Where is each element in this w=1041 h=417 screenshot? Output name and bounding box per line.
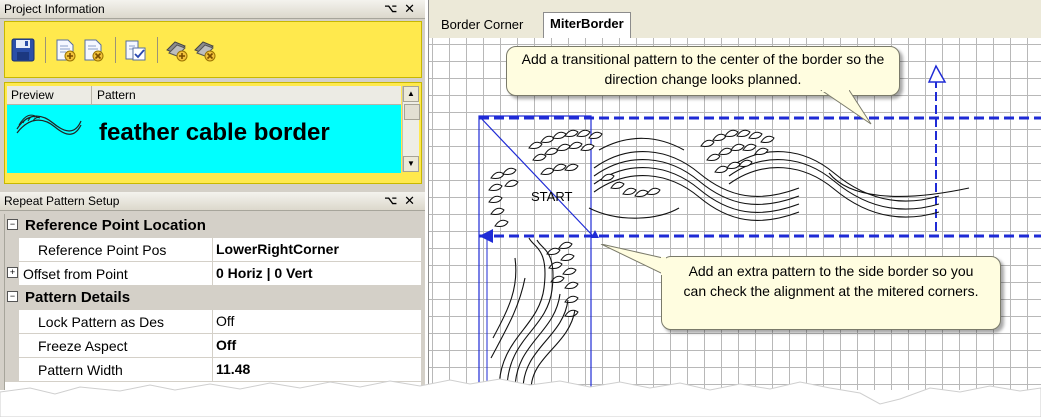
category-label: Reference Point Location <box>25 217 206 234</box>
column-header-pattern[interactable]: Pattern <box>97 88 136 102</box>
property-value[interactable]: 11.48 <box>216 361 250 377</box>
left-dock: Project Information ⌥ ✕ Preview Pattern … <box>0 0 425 390</box>
callout-transitional-pattern: Add a transitional pattern to the center… <box>506 46 900 96</box>
property-name: Pattern Width <box>38 362 123 378</box>
new-pattern-icon[interactable] <box>53 38 77 62</box>
direction-arrow <box>591 230 599 238</box>
category-pattern-details[interactable]: − Pattern Details <box>5 286 421 310</box>
column-divider <box>212 334 213 357</box>
scroll-down-icon[interactable]: ▼ <box>403 156 419 172</box>
cable-pattern-horizontal <box>588 137 970 221</box>
scroll-thumb[interactable] <box>404 104 420 120</box>
pattern-thumbnail <box>16 114 82 135</box>
collapse-icon[interactable]: − <box>7 219 18 230</box>
pin-icon[interactable]: ⌥ <box>384 192 397 210</box>
direction-arrow <box>479 229 493 243</box>
direction-arrow <box>927 64 947 83</box>
property-value[interactable]: Off <box>216 313 234 329</box>
start-label: START <box>531 189 573 204</box>
pattern-list-scrollbar[interactable]: ▲ ▼ <box>402 86 420 172</box>
row-gutter <box>5 310 19 333</box>
property-name: Reference Point Pos <box>38 242 167 258</box>
property-name: Offset from Point <box>23 266 128 282</box>
property-value[interactable]: LowerRightCorner <box>216 241 339 257</box>
pattern-name: feather cable border <box>99 119 330 146</box>
document-check-icon[interactable] <box>123 38 147 62</box>
property-row-lock-pattern[interactable]: Lock Pattern as Des Off <box>5 310 421 334</box>
feather-plumes-horizontal <box>528 129 775 197</box>
pattern-list: Preview Pattern feather cable border ▲ ▼ <box>4 82 422 184</box>
property-row-reference-point-pos[interactable]: Reference Point Pos LowerRightCorner <box>5 238 421 262</box>
property-row-offset[interactable]: + Offset from Point 0 Horiz | 0 Vert <box>5 262 421 286</box>
design-area: Border Corner MiterBorder START Add a tr… <box>428 0 1041 390</box>
repeat-setup-titlebar: Repeat Pattern Setup ⌥ ✕ <box>0 192 425 211</box>
callout-text: Add a transitional pattern to the center… <box>521 51 885 87</box>
expand-icon[interactable]: + <box>7 267 18 278</box>
column-divider <box>212 310 213 333</box>
property-row-freeze-aspect[interactable]: Freeze Aspect Off <box>5 334 421 358</box>
column-divider <box>212 238 213 261</box>
tab-bar: Border Corner MiterBorder <box>429 0 1041 38</box>
category-reference-point[interactable]: − Reference Point Location <box>5 214 421 238</box>
toolbar-separator <box>157 37 158 63</box>
delete-pattern-icon[interactable] <box>81 38 105 62</box>
property-name: Freeze Aspect <box>38 338 128 354</box>
remove-group-icon[interactable] <box>193 38 217 62</box>
category-label: Pattern Details <box>25 289 131 306</box>
close-icon[interactable]: ✕ <box>404 0 415 18</box>
pattern-list-header: Preview Pattern <box>7 86 401 105</box>
pin-icon[interactable]: ⌥ <box>384 0 397 18</box>
torn-edge <box>0 378 1041 417</box>
column-divider <box>91 86 92 104</box>
row-gutter <box>5 238 19 261</box>
add-group-icon[interactable] <box>165 38 189 62</box>
design-grid[interactable]: START Add a transitional pattern to the … <box>429 38 1041 390</box>
project-toolbar <box>4 21 422 78</box>
property-grid: − Reference Point Location Reference Poi… <box>4 214 421 390</box>
property-value[interactable]: 0 Horiz | 0 Vert <box>216 265 313 281</box>
repeat-setup-title: Repeat Pattern Setup <box>4 194 120 208</box>
project-info-titlebar: Project Information ⌥ ✕ <box>0 0 425 19</box>
pattern-row[interactable]: feather cable border <box>7 105 401 173</box>
callout-pointer <box>600 244 666 275</box>
close-icon[interactable]: ✕ <box>404 192 415 210</box>
tab-miter-border[interactable]: MiterBorder <box>543 12 631 38</box>
save-icon[interactable] <box>11 38 35 62</box>
callout-extra-pattern: Add an extra pattern to the side border … <box>661 256 1001 330</box>
scroll-up-icon[interactable]: ▲ <box>403 86 419 102</box>
toolbar-separator <box>45 37 46 63</box>
column-divider <box>212 262 213 285</box>
toolbar-separator <box>115 37 116 63</box>
cable-pattern-vertical <box>490 237 576 390</box>
column-header-preview[interactable]: Preview <box>11 88 54 102</box>
property-value[interactable]: Off <box>216 337 236 353</box>
callout-pointer <box>820 90 872 125</box>
tab-border-corner[interactable]: Border Corner <box>435 14 529 36</box>
project-info-title: Project Information <box>4 2 105 16</box>
property-name: Lock Pattern as Des <box>38 314 165 330</box>
collapse-icon[interactable]: − <box>7 291 18 302</box>
row-gutter <box>5 334 19 357</box>
callout-text: Add an extra pattern to the side border … <box>683 263 979 299</box>
